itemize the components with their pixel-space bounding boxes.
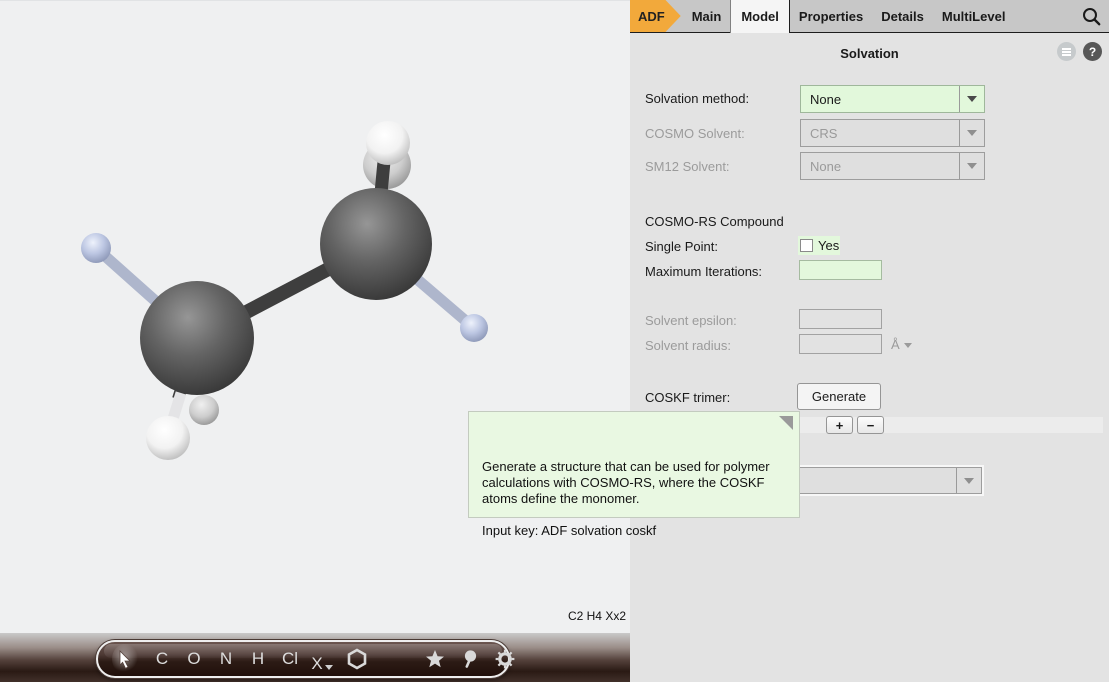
balloon-icon bbox=[461, 649, 477, 669]
atom-h[interactable] bbox=[366, 121, 410, 165]
cosmo-solvent-value: CRS bbox=[801, 120, 959, 146]
settings-panel: ADF Main Model Properties Details MultiL… bbox=[630, 0, 1109, 682]
search-icon bbox=[1082, 7, 1101, 26]
hexagon-icon bbox=[347, 648, 367, 670]
element-x-label: X bbox=[311, 654, 322, 674]
checkbox-label: Yes bbox=[818, 238, 839, 253]
max-iterations-label: Maximum Iterations: bbox=[645, 264, 762, 279]
settings-tool[interactable] bbox=[492, 644, 518, 674]
ring-structure-tool[interactable] bbox=[344, 644, 370, 674]
atom-toolbar: C O N H Cl X bbox=[96, 640, 510, 678]
preoptimize-tool[interactable] bbox=[456, 644, 482, 674]
sm12-solvent-dropdown[interactable]: None bbox=[800, 152, 985, 180]
element-button-h[interactable]: H bbox=[245, 644, 271, 674]
panel-header: Solvation ? bbox=[630, 40, 1109, 64]
checkbox[interactable] bbox=[800, 239, 813, 252]
dropdown-arrow bbox=[959, 153, 984, 179]
tooltip-popup: Generate a structure that can be used fo… bbox=[468, 411, 800, 518]
star-icon bbox=[425, 649, 445, 669]
tab-details[interactable]: Details bbox=[872, 0, 933, 32]
tabbar-spacer bbox=[1014, 0, 1074, 32]
atom-h[interactable] bbox=[146, 416, 190, 460]
tab-properties[interactable]: Properties bbox=[790, 0, 872, 32]
triangle-down-icon bbox=[967, 130, 977, 136]
sm12-solvent-value: None bbox=[801, 153, 959, 179]
triangle-down-icon bbox=[967, 96, 977, 102]
solvation-method-label: Solvation method: bbox=[645, 91, 749, 106]
cosmo-solvent-dropdown[interactable]: CRS bbox=[800, 119, 985, 147]
single-point-option[interactable]: Yes bbox=[798, 236, 840, 255]
molecule-canvas[interactable] bbox=[0, 1, 630, 634]
tab-main[interactable]: Main bbox=[683, 0, 731, 32]
element-button-c[interactable]: C bbox=[149, 644, 175, 674]
triangle-down-icon bbox=[964, 478, 974, 484]
tab-model[interactable]: Model bbox=[730, 0, 790, 33]
max-iterations-input[interactable] bbox=[799, 260, 882, 280]
adfinput-window: C2 H4 Xx2 C O N H Cl X bbox=[0, 0, 1109, 682]
structures-tool[interactable] bbox=[422, 644, 448, 674]
help-button[interactable]: ? bbox=[1083, 42, 1102, 61]
atom-c[interactable] bbox=[140, 281, 254, 395]
dropdown-arrow bbox=[959, 120, 984, 146]
single-point-label: Single Point: bbox=[645, 239, 718, 254]
chevron-down-icon bbox=[325, 665, 333, 670]
cosmors-section-title: COSMO-RS Compound bbox=[645, 214, 784, 229]
atom-xx[interactable] bbox=[81, 233, 111, 263]
search-button[interactable] bbox=[1074, 0, 1109, 32]
viewer-bottom-bar: C O N H Cl X bbox=[0, 633, 630, 682]
atom-c[interactable] bbox=[320, 188, 432, 300]
panel-title: Solvation bbox=[630, 40, 1109, 61]
element-button-cl[interactable]: Cl bbox=[277, 644, 303, 674]
question-mark-icon: ? bbox=[1089, 45, 1096, 59]
panel-menu-button[interactable] bbox=[1057, 42, 1076, 61]
dropdown-arrow bbox=[959, 86, 984, 112]
tab-multilevel[interactable]: MultiLevel bbox=[933, 0, 1015, 32]
add-row-button[interactable]: + bbox=[826, 416, 853, 434]
hamburger-icon bbox=[1062, 51, 1071, 53]
solvent-radius-input[interactable] bbox=[799, 334, 882, 354]
cursor-arrow-icon bbox=[117, 650, 133, 669]
gear-icon bbox=[495, 649, 515, 669]
element-button-x-menu[interactable]: X bbox=[309, 644, 335, 674]
solvent-radius-label: Solvent radius: bbox=[645, 338, 731, 353]
solvation-method-value: None bbox=[801, 86, 959, 112]
select-cursor-tool[interactable] bbox=[112, 644, 138, 674]
unit-label: Å bbox=[891, 337, 900, 352]
solvent-epsilon-label: Solvent epsilon: bbox=[645, 313, 737, 328]
generate-button[interactable]: Generate bbox=[797, 383, 881, 410]
atom-xx[interactable] bbox=[460, 314, 488, 342]
tab-bar: ADF Main Model Properties Details MultiL… bbox=[630, 0, 1109, 33]
cosmo-solvent-label: COSMO Solvent: bbox=[645, 126, 745, 141]
tab-adf[interactable]: ADF bbox=[630, 0, 681, 32]
solvent-radius-unit[interactable]: Å bbox=[891, 337, 912, 352]
tooltip-corner-icon bbox=[779, 416, 793, 430]
remove-row-button[interactable]: − bbox=[857, 416, 884, 434]
coskf-trimer-label: COSKF trimer: bbox=[645, 390, 730, 405]
solvation-method-dropdown[interactable]: None bbox=[800, 85, 985, 113]
atom-h[interactable] bbox=[189, 395, 219, 425]
element-button-n[interactable]: N bbox=[213, 644, 239, 674]
solvent-epsilon-input[interactable] bbox=[799, 309, 882, 329]
dropdown-arrow bbox=[956, 468, 981, 493]
molecule-formula: C2 H4 Xx2 bbox=[568, 609, 626, 623]
triangle-down-icon bbox=[904, 343, 912, 348]
sm12-solvent-label: SM12 Solvent: bbox=[645, 159, 730, 174]
triangle-down-icon bbox=[967, 163, 977, 169]
element-button-o[interactable]: O bbox=[181, 644, 207, 674]
